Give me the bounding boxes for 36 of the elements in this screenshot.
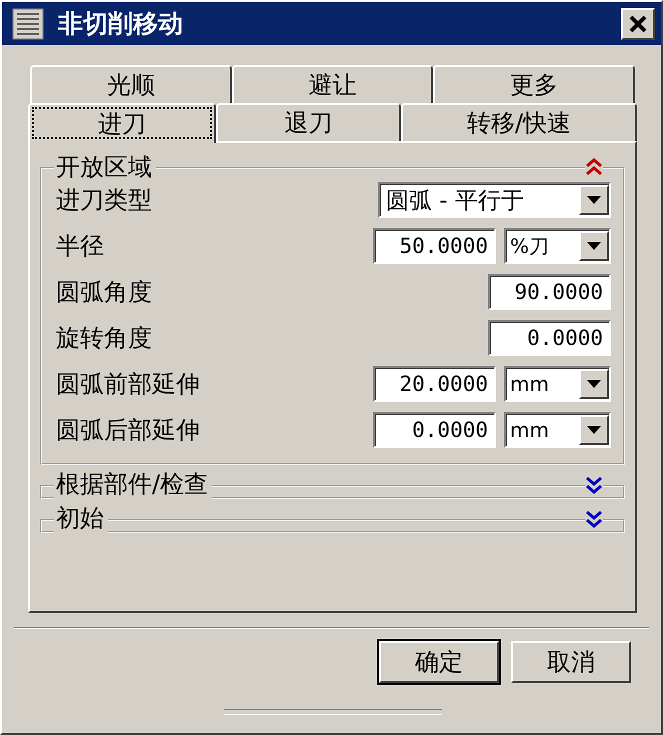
dropdown-button[interactable]	[579, 415, 609, 445]
unit-dropdown[interactable]: mm	[504, 412, 611, 448]
number-field[interactable]: 20.0000	[373, 366, 496, 402]
close-icon	[629, 14, 647, 32]
unit-dropdown[interactable]: %刀	[504, 228, 611, 264]
close-button[interactable]	[621, 8, 655, 40]
number-field[interactable]: 90.0000	[488, 274, 611, 310]
dropdown-button[interactable]	[579, 185, 609, 215]
field-label: 圆弧后部延伸	[56, 415, 201, 446]
field-label: 旋转角度	[56, 323, 153, 354]
number-field[interactable]: 50.0000	[373, 228, 496, 264]
unit-dropdown[interactable]: mm	[504, 366, 611, 402]
field-label: 进刀类型	[56, 185, 153, 216]
tab[interactable]: 光顺	[30, 65, 232, 103]
number-field[interactable]: 0.0000	[488, 320, 611, 356]
resize-grip[interactable]	[224, 709, 442, 715]
ok-button[interactable]: 确定	[379, 641, 499, 683]
dropdown[interactable]: 圆弧 - 平行于	[378, 182, 611, 218]
tab[interactable]: 转移/快速	[401, 103, 637, 141]
window-title: 非切削移动	[58, 8, 184, 40]
field-label: 半径	[56, 231, 105, 262]
dropdown-arrow-icon	[587, 426, 601, 434]
tab[interactable]: 退刀	[216, 103, 401, 141]
field-label: 圆弧角度	[56, 277, 153, 308]
tab[interactable]: 避让	[232, 65, 434, 103]
menu-icon[interactable]	[12, 8, 44, 40]
dropdown-button[interactable]	[579, 369, 609, 399]
tab[interactable]: 进刀	[28, 103, 216, 143]
tab[interactable]: 更多	[433, 65, 635, 103]
dropdown-arrow-icon	[587, 380, 601, 388]
cancel-button[interactable]: 取消	[511, 641, 631, 683]
dropdown-arrow-icon	[587, 196, 601, 204]
field-label: 圆弧前部延伸	[56, 369, 201, 400]
dropdown-arrow-icon	[587, 242, 601, 250]
dropdown-button[interactable]	[579, 231, 609, 261]
number-field[interactable]: 0.0000	[373, 412, 496, 448]
